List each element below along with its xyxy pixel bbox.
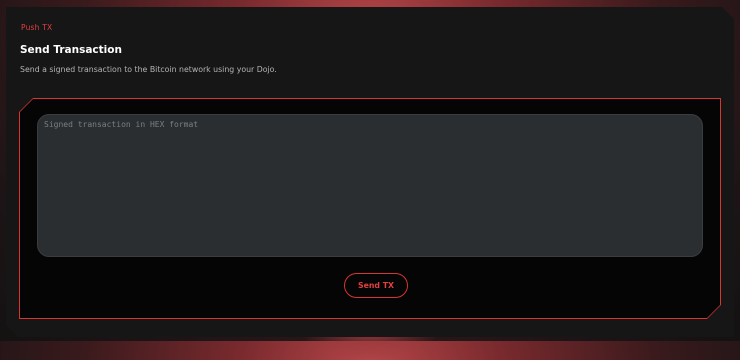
signed-transaction-input[interactable] xyxy=(37,114,703,257)
send-tx-button[interactable]: Send TX xyxy=(344,273,408,298)
transaction-form-frame: Send TX xyxy=(19,98,721,319)
transaction-form: Send TX xyxy=(20,99,720,318)
push-tx-panel: Push TX Send Transaction Send a signed t… xyxy=(6,7,734,337)
page-title: Send Transaction xyxy=(20,44,122,56)
breadcrumb: Push TX xyxy=(21,23,53,32)
page-description: Send a signed transaction to the Bitcoin… xyxy=(20,65,277,74)
